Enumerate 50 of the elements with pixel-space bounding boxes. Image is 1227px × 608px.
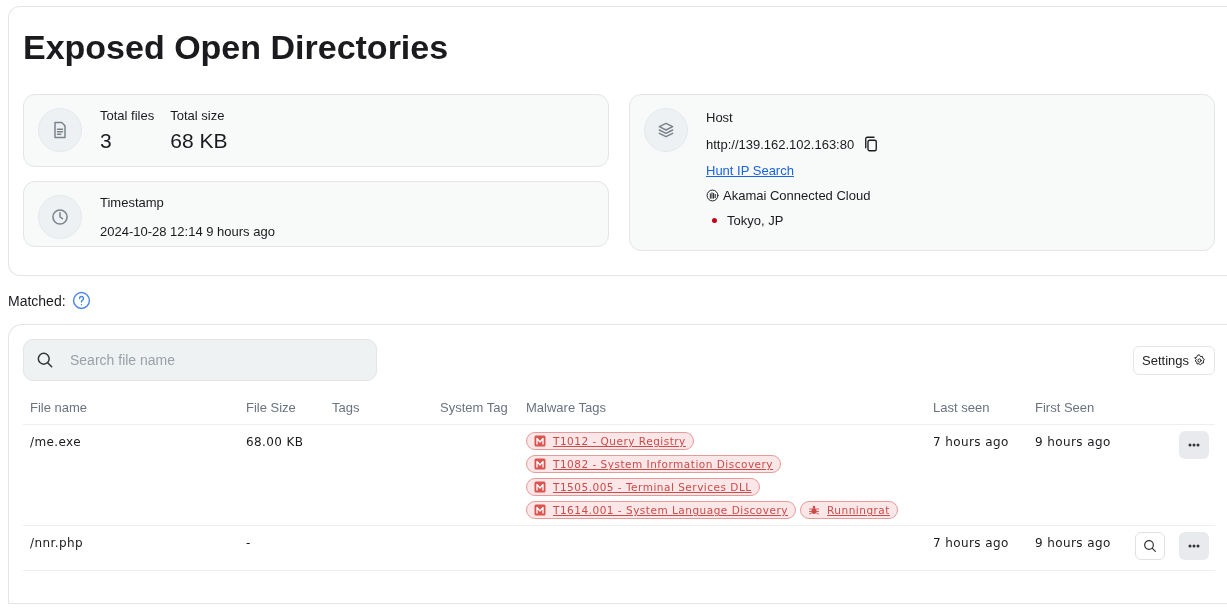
column-header: Malware Tags bbox=[519, 400, 926, 426]
more-icon bbox=[1188, 544, 1200, 549]
malware-tag[interactable]: T1082 - System Information Discovery bbox=[526, 455, 782, 474]
column-header: System Tag bbox=[433, 400, 519, 426]
column-header: First Seen bbox=[1028, 400, 1128, 426]
malware-tag[interactable]: T1614.001 - System Language Discovery bbox=[526, 501, 796, 520]
column-header: File Size bbox=[239, 400, 325, 426]
search-field[interactable]: Search file name bbox=[23, 339, 377, 382]
help-icon[interactable] bbox=[71, 291, 91, 311]
malware-tag[interactable]: T1505.005 - Terminal Services DLL bbox=[526, 478, 760, 497]
flag-icon bbox=[712, 218, 717, 224]
settings-button[interactable]: Settings bbox=[1133, 345, 1215, 375]
bug-icon bbox=[808, 504, 820, 517]
table-cell: 7 hours ago bbox=[926, 526, 1028, 572]
provider-name: Akamai Connected Cloud bbox=[723, 188, 871, 204]
m-icon bbox=[534, 458, 546, 471]
table-cell: 68.00 KB bbox=[239, 425, 325, 527]
more-button[interactable] bbox=[1179, 431, 1209, 460]
column-header: Last seen bbox=[926, 400, 1028, 426]
search-button[interactable] bbox=[1135, 532, 1165, 561]
m-icon bbox=[534, 435, 546, 448]
host-label: Host bbox=[706, 110, 734, 126]
column-header: Tags bbox=[325, 400, 433, 426]
more-button[interactable] bbox=[1179, 532, 1209, 561]
column-header: File name bbox=[23, 400, 239, 426]
m-icon bbox=[534, 481, 546, 494]
table-cell: /me.exe bbox=[23, 425, 239, 527]
malware-tag[interactable]: T1012 - Query Registry bbox=[526, 432, 694, 451]
table-cell: 9 hours ago bbox=[1028, 526, 1128, 572]
table-cell: /nnr.php bbox=[23, 526, 239, 572]
provider-icon bbox=[706, 189, 719, 203]
timestamp-value: 2024-10-28 12:14 9 hours ago bbox=[100, 224, 275, 240]
malware-tag[interactable]: Runningrat bbox=[800, 501, 898, 520]
stat-label: Total files bbox=[100, 108, 155, 124]
table-cell: - bbox=[239, 526, 325, 572]
table-cell: 9 hours ago bbox=[1028, 425, 1128, 527]
stat-value: 68 KB bbox=[170, 129, 228, 154]
more-icon bbox=[1188, 443, 1200, 448]
matched-label: Matched: bbox=[8, 292, 66, 309]
page-title: Exposed Open Directories bbox=[23, 29, 450, 67]
table-cell: 7 hours ago bbox=[926, 425, 1028, 527]
hunt-ip-link[interactable]: Hunt IP Search bbox=[706, 163, 794, 179]
stat-label: Timestamp bbox=[100, 195, 165, 211]
stat-label: Total size bbox=[170, 108, 226, 124]
location-text: Tokyo, JP bbox=[727, 213, 784, 229]
m-icon bbox=[534, 504, 546, 517]
clock-icon bbox=[50, 207, 70, 228]
stat-value: 3 bbox=[100, 129, 113, 154]
settings-icon bbox=[1193, 353, 1206, 367]
host-url: http://139.162.102.163:80 bbox=[706, 136, 855, 152]
